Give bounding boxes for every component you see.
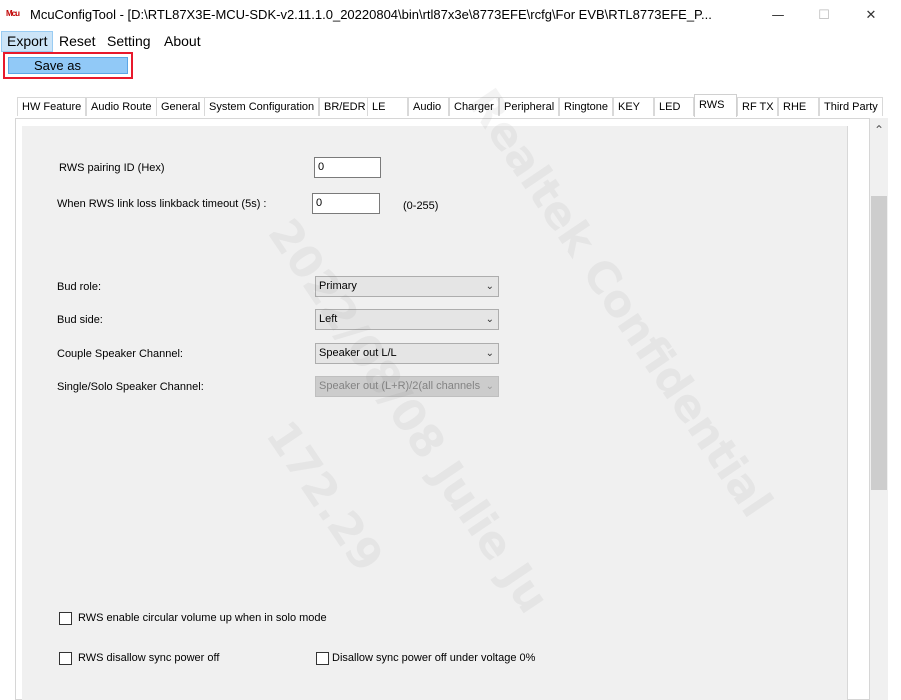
solo-channel-label: Single/Solo Speaker Channel:: [57, 381, 204, 393]
tab-ringtone[interactable]: Ringtone: [559, 97, 614, 116]
disallow-sync-under-voltage-checkbox[interactable]: [316, 652, 329, 665]
tab-charger[interactable]: Charger: [449, 97, 499, 116]
chevron-down-icon: ⌄: [483, 377, 494, 396]
window-title: McuConfigTool - [D:\RTL87X3E-MCU-SDK-v2.…: [30, 7, 712, 22]
menu-setting[interactable]: Setting: [102, 31, 156, 52]
pairing-id-label: RWS pairing ID (Hex): [59, 162, 165, 174]
disallow-sync-power-off-checkbox[interactable]: [59, 652, 72, 665]
tab-strip: HW Feature Audio Route General System Co…: [0, 79, 901, 119]
title-bar: Mcu McuConfigTool - [D:\RTL87X3E-MCU-SDK…: [0, 0, 901, 31]
tab-third-party[interactable]: Third Party: [819, 97, 883, 116]
bud-side-value: Left: [319, 313, 338, 325]
tab-hw-feature[interactable]: HW Feature: [17, 97, 87, 116]
menu-reset[interactable]: Reset: [54, 31, 101, 52]
tab-rf-tx[interactable]: RF TX: [737, 97, 778, 116]
solo-channel-value: Speaker out (L+R)/2(all channels: [319, 380, 481, 392]
tab-key[interactable]: KEY: [613, 97, 654, 116]
bud-side-select[interactable]: Left ⌄: [315, 309, 499, 330]
app-window: Mcu McuConfigTool - [D:\RTL87X3E-MCU-SDK…: [0, 0, 901, 700]
vertical-scrollbar[interactable]: ⌃: [870, 118, 888, 700]
linkback-timeout-input[interactable]: 0: [312, 193, 380, 214]
chevron-down-icon: ⌄: [485, 314, 494, 325]
export-dropdown-menu: Save as: [3, 52, 133, 79]
tab-br-edr[interactable]: BR/EDR: [319, 97, 371, 116]
app-logo-text: Mcu: [6, 9, 20, 18]
couple-channel-label: Couple Speaker Channel:: [57, 348, 183, 360]
linkback-timeout-range: (0-255): [403, 200, 439, 212]
minimize-button[interactable]: —: [755, 0, 801, 31]
scrollbar-thumb[interactable]: [871, 196, 887, 490]
couple-channel-value: Speaker out L/L: [319, 347, 397, 359]
tab-peripheral[interactable]: Peripheral: [499, 97, 560, 116]
rws-settings-panel: RWS pairing ID (Hex) 0 When RWS link los…: [22, 126, 848, 700]
tab-system-configuration[interactable]: System Configuration: [204, 97, 320, 116]
disallow-sync-under-voltage-label: Disallow sync power off under voltage 0%: [332, 652, 536, 664]
tab-general[interactable]: General: [156, 97, 206, 116]
disallow-sync-power-off-label: RWS disallow sync power off: [78, 652, 220, 664]
tab-rws[interactable]: RWS: [694, 94, 737, 117]
linkback-timeout-label: When RWS link loss linkback timeout (5s)…: [57, 198, 267, 210]
circular-volume-checkbox[interactable]: [59, 612, 72, 625]
maximize-button[interactable]: ☐: [801, 0, 847, 31]
chevron-down-icon: ⌄: [485, 281, 494, 292]
solo-channel-select[interactable]: Speaker out (L+R)/2(all channels ⌄: [315, 376, 499, 397]
tab-le[interactable]: LE: [367, 97, 408, 116]
menu-export[interactable]: Export: [1, 31, 54, 52]
app-logo-icon: Mcu: [6, 9, 26, 23]
scroll-up-arrow-icon[interactable]: ⌃: [870, 118, 888, 143]
tab-rhe[interactable]: RHE: [778, 97, 819, 116]
bud-role-select[interactable]: Primary ⌄: [315, 276, 499, 297]
bud-role-value: Primary: [319, 280, 357, 292]
pairing-id-input[interactable]: 0: [314, 157, 381, 178]
circular-volume-label: RWS enable circular volume up when in so…: [78, 612, 327, 624]
menu-about[interactable]: About: [159, 31, 206, 52]
chevron-down-icon: ⌄: [485, 348, 494, 359]
tab-audio[interactable]: Audio: [408, 97, 449, 116]
close-button[interactable]: ✕: [848, 0, 894, 31]
bud-role-label: Bud role:: [57, 281, 102, 293]
tab-led[interactable]: LED: [654, 97, 694, 116]
save-as-menu-item[interactable]: Save as: [8, 57, 128, 74]
couple-channel-select[interactable]: Speaker out L/L ⌄: [315, 343, 499, 364]
bud-side-label: Bud side:: [57, 314, 103, 326]
menu-bar: Export Reset Setting About: [0, 31, 901, 52]
tab-audio-route[interactable]: Audio Route: [86, 97, 157, 116]
